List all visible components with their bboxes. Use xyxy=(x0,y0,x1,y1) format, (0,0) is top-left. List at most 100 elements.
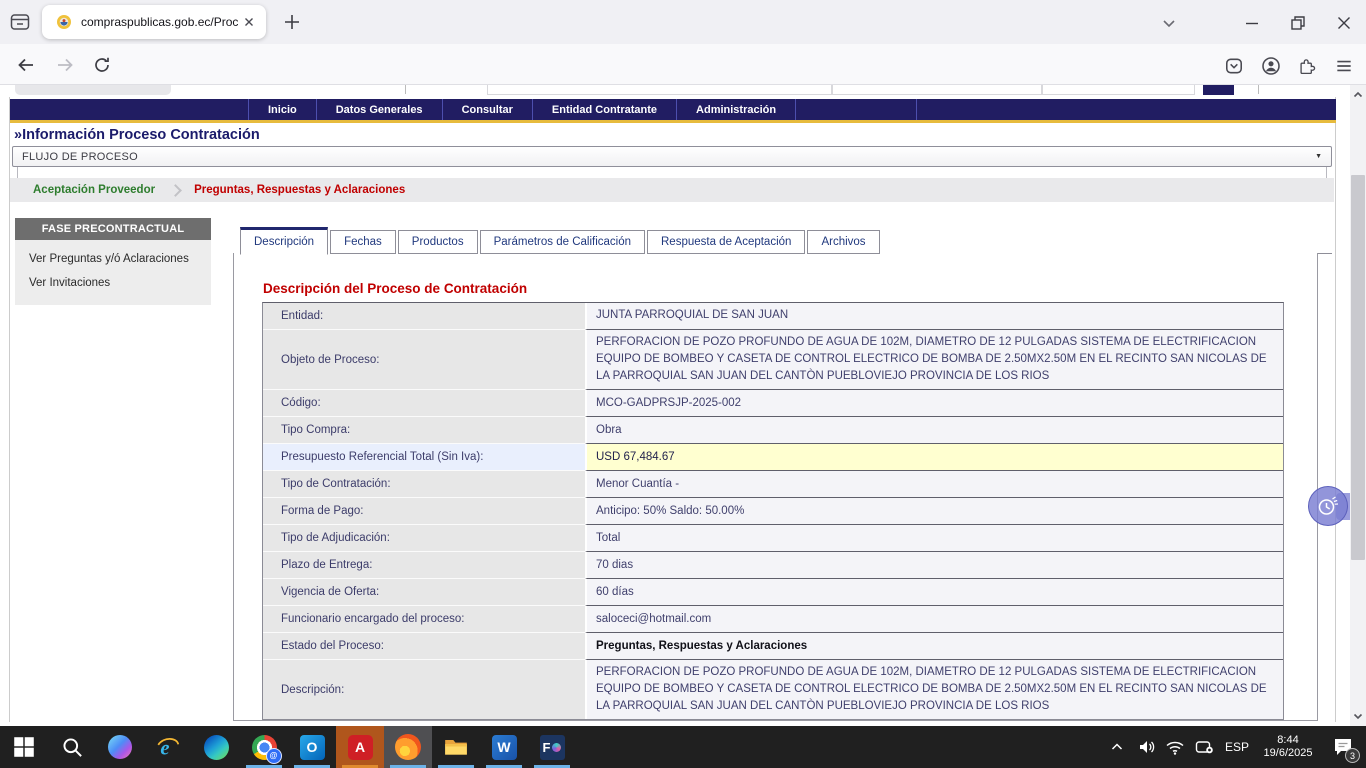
process-table: Entidad:JUNTA PARROQUIAL DE SAN JUANObje… xyxy=(262,302,1284,720)
account-icon[interactable] xyxy=(1261,56,1281,76)
nav-spacer xyxy=(795,99,917,120)
nav-item-inicio[interactable]: Inicio xyxy=(248,99,316,120)
cutoff-header-element xyxy=(15,85,171,95)
outlook-app[interactable]: O xyxy=(288,726,336,768)
tab-title: compraspublicas.gob.ec/Proce xyxy=(81,15,238,29)
web-page: InicioDatos GeneralesConsultarEntidad Co… xyxy=(0,85,1350,726)
page-scrollbar[interactable] xyxy=(1350,85,1366,726)
nav-item-consultar[interactable]: Consultar xyxy=(442,99,532,120)
cutoff-header-element xyxy=(1042,85,1195,95)
tray-chevron-up-icon[interactable] xyxy=(1102,726,1132,768)
volume-icon[interactable] xyxy=(1132,726,1161,768)
row-value: 60 días xyxy=(585,579,1283,606)
file-explorer-app[interactable] xyxy=(432,726,480,768)
flujo-select-label: FLUJO DE PROCESO xyxy=(22,151,138,163)
row-label: Descripción: xyxy=(263,660,585,719)
tray-date: 19/6/2025 xyxy=(1264,747,1313,760)
sidebar-item-ver-preguntas-y-o-aclaraciones[interactable]: Ver Preguntas y/ó Aclaraciones xyxy=(15,247,211,271)
flujo-de-proceso-select[interactable]: FLUJO DE PROCESO ▼ xyxy=(12,146,1332,167)
row-label: Presupuesto Referencial Total (Sin Iva): xyxy=(263,444,585,471)
browser-tab[interactable]: compraspublicas.gob.ec/Proce xyxy=(42,5,266,39)
language-indicator[interactable]: ESP xyxy=(1218,726,1256,768)
cutoff-header-element xyxy=(487,85,832,95)
reload-button[interactable] xyxy=(92,55,112,75)
window-restore-button[interactable] xyxy=(1289,14,1307,32)
acrobat-app[interactable]: A xyxy=(336,726,384,768)
tab-list-chevron-icon[interactable] xyxy=(1160,14,1178,32)
row-value: PERFORACION DE POZO PROFUNDO DE AGUA DE … xyxy=(585,330,1283,390)
row-value: Preguntas, Respuestas y Aclaraciones xyxy=(585,633,1283,660)
meet-now-icon[interactable] xyxy=(1189,726,1218,768)
system-tray: ESP 8:44 19/6/2025 3 xyxy=(1102,726,1366,768)
table-row: Descripción:PERFORACION DE POZO PROFUNDO… xyxy=(263,660,1283,719)
row-label: Tipo de Adjudicación: xyxy=(263,525,585,552)
pocket-icon[interactable] xyxy=(1224,56,1244,76)
search-button[interactable] xyxy=(48,726,96,768)
floating-clock-extension-button[interactable] xyxy=(1308,486,1348,526)
edge-app[interactable] xyxy=(192,726,240,768)
extensions-puzzle-icon[interactable] xyxy=(1297,56,1317,76)
table-row: Funcionario encargado del proceso:saloce… xyxy=(263,606,1283,633)
table-row: Tipo Compra:Obra xyxy=(263,417,1283,444)
row-value: USD 67,484.67 xyxy=(585,444,1283,471)
process-tabs: DescripciónFechasProductosParámetros de … xyxy=(240,226,880,254)
row-label: Entidad: xyxy=(263,303,585,330)
firefox-app[interactable] xyxy=(384,726,432,768)
new-tab-button[interactable] xyxy=(280,10,304,34)
breadcrumb-step-aceptacion-proveedor[interactable]: Aceptación Proveedor xyxy=(33,184,155,196)
row-value: 70 dias xyxy=(585,552,1283,579)
scrollbar-up-arrow-icon[interactable] xyxy=(1350,87,1366,103)
nav-gold-underline xyxy=(10,120,1336,123)
tab-respuesta-de-aceptacion[interactable]: Respuesta de Aceptación xyxy=(647,230,805,254)
table-row: Estado del Proceso:Preguntas, Respuestas… xyxy=(263,633,1283,660)
internet-explorer-app[interactable]: e xyxy=(144,726,192,768)
tab-productos[interactable]: Productos xyxy=(398,230,478,254)
scrollbar-thumb[interactable] xyxy=(1351,175,1365,560)
row-value: JUNTA PARROQUIAL DE SAN JUAN xyxy=(585,303,1283,330)
tab-descripcion[interactable]: Descripción xyxy=(240,227,328,255)
sidebar-item-ver-invitaciones[interactable]: Ver Invitaciones xyxy=(15,271,211,295)
table-row: Tipo de Adjudicación:Total xyxy=(263,525,1283,552)
row-label: Plazo de Entrega: xyxy=(263,552,585,579)
row-value: PERFORACION DE POZO PROFUNDO DE AGUA DE … xyxy=(585,660,1283,719)
back-button[interactable] xyxy=(16,55,36,75)
row-value: Total xyxy=(585,525,1283,552)
tab-archivos[interactable]: Archivos xyxy=(807,230,879,254)
start-button[interactable] xyxy=(0,726,48,768)
select-dropdown-arrow-icon: ▼ xyxy=(1315,153,1322,160)
notification-center-icon[interactable]: 3 xyxy=(1320,726,1366,768)
word-app[interactable]: W xyxy=(480,726,528,768)
section-heading: Descripción del Proceso de Contratación xyxy=(263,281,527,296)
row-value: Menor Cuantía - xyxy=(585,471,1283,498)
table-row: Objeto de Proceso:PERFORACION DE POZO PR… xyxy=(263,330,1283,390)
table-row: Presupuesto Referencial Total (Sin Iva):… xyxy=(263,444,1283,471)
row-value: Obra xyxy=(585,417,1283,444)
tab-fechas[interactable]: Fechas xyxy=(330,230,396,254)
browser-tab-bar: compraspublicas.gob.ec/Proce xyxy=(0,0,1366,44)
flujo-select-panel xyxy=(17,167,1327,178)
table-row: Forma de Pago:Anticipo: 50% Saldo: 50.00… xyxy=(263,498,1283,525)
row-label: Vigencia de Oferta: xyxy=(263,579,585,606)
copilot-app[interactable] xyxy=(96,726,144,768)
fes-app[interactable]: F xyxy=(528,726,576,768)
forward-button[interactable] xyxy=(55,55,75,75)
firefox-view-icon[interactable] xyxy=(9,11,31,33)
wifi-icon[interactable] xyxy=(1161,726,1189,768)
row-label: Estado del Proceso: xyxy=(263,633,585,660)
nav-item-datos-generales[interactable]: Datos Generales xyxy=(316,99,442,120)
tab-parametros-de-calificacion[interactable]: Parámetros de Calificación xyxy=(480,230,645,254)
tab-close-icon[interactable] xyxy=(242,15,256,29)
nav-item-entidad-contratante[interactable]: Entidad Contratante xyxy=(532,99,676,120)
nav-item-administracion[interactable]: Administración xyxy=(676,99,795,120)
breadcrumb: Aceptación Proveedor Preguntas, Respuest… xyxy=(10,178,1334,202)
screen: compraspublicas.gob.ec/Proce xyxy=(0,0,1366,768)
scrollbar-down-arrow-icon[interactable] xyxy=(1350,708,1366,724)
hamburger-menu-icon[interactable] xyxy=(1334,56,1354,76)
chrome-app[interactable]: @ xyxy=(240,726,288,768)
window-close-button[interactable] xyxy=(1335,14,1353,32)
breadcrumb-step-preguntas: Preguntas, Respuestas y Aclaraciones xyxy=(194,184,405,196)
window-minimize-button[interactable] xyxy=(1243,14,1261,32)
clock-date[interactable]: 8:44 19/6/2025 xyxy=(1256,726,1320,768)
row-label: Objeto de Proceso: xyxy=(263,330,585,390)
table-row: Tipo de Contratación:Menor Cuantía - xyxy=(263,471,1283,498)
